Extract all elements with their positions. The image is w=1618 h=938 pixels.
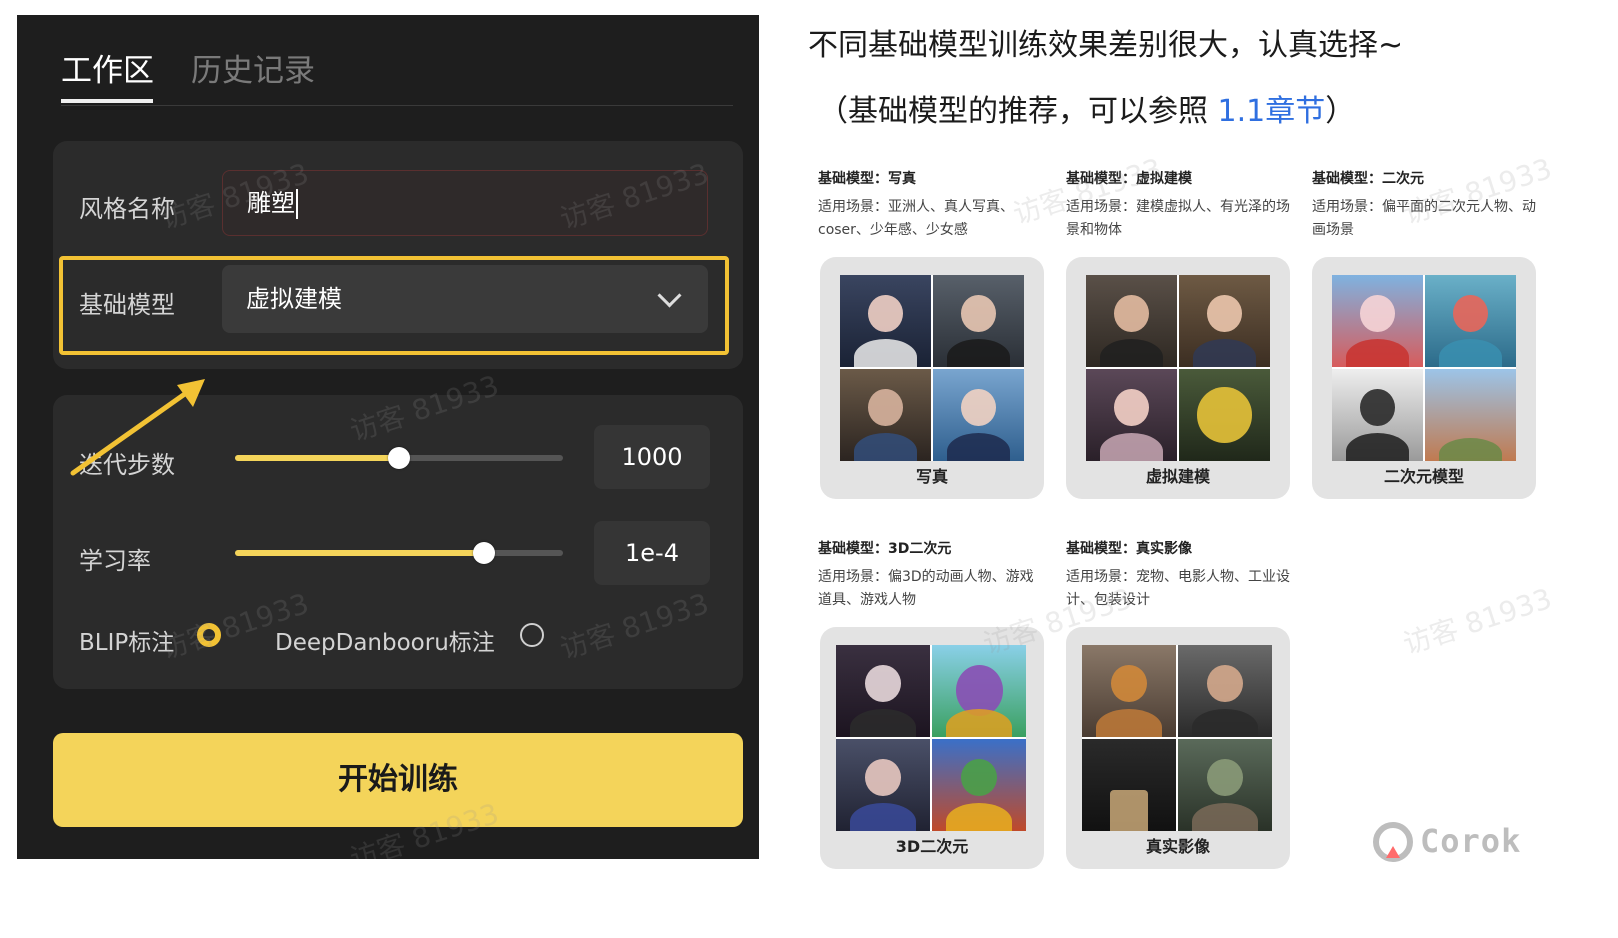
sample-image <box>1178 739 1272 831</box>
sample-image <box>933 369 1024 461</box>
yellow-arrow-annotation <box>70 379 205 476</box>
model-desc-anime: 适用场景：偏平面的二次元人物、动画场景 <box>1312 199 1536 238</box>
model-card-photo[interactable]: 写真 <box>820 257 1044 499</box>
model-desc-virtual: 适用场景：建模虚拟人、有光泽的场景和物体 <box>1066 199 1290 238</box>
sample-image <box>836 645 930 737</box>
sample-grid <box>1086 275 1270 461</box>
sample-image <box>1425 275 1516 367</box>
model-card-3d-anime[interactable]: 3D二次元 <box>820 627 1044 869</box>
model-label-photo: 写真 <box>915 467 948 486</box>
model-desc-3d-anime: 适用场景：偏3D的动画人物、游戏道具、游戏人物 <box>818 569 1034 608</box>
model-label-anime: 二次元模型 <box>1383 467 1464 486</box>
corok-logo: Corok <box>1372 818 1532 868</box>
sample-grid <box>836 645 1026 831</box>
sample-image <box>1179 369 1270 461</box>
sample-image <box>932 739 1026 831</box>
sample-image <box>836 739 930 831</box>
model-label-3d-anime: 3D二次元 <box>895 837 969 856</box>
model-desc-photo: 适用场景：亚洲人、真人写真、coser、少年感、少女感 <box>818 199 1014 238</box>
note-suffix: ） <box>1325 94 1356 129</box>
sample-grid <box>1082 645 1272 831</box>
sample-grid <box>840 275 1024 461</box>
headline: 不同基础模型训练效果差别很大，认真选择~ <box>808 28 1404 63</box>
model-label-virtual: 虚拟建模 <box>1145 467 1210 486</box>
model-title-3d-anime: 基础模型：3D二次元 <box>818 541 952 557</box>
sample-grid <box>1332 275 1516 461</box>
model-card-virtual[interactable]: 虚拟建模 <box>1066 257 1290 499</box>
recommendation-note: （基础模型的推荐，可以参照 1.1章节） <box>818 86 1355 130</box>
sample-image <box>1086 275 1177 367</box>
model-desc-realistic: 适用场景：宠物、电影人物、工业设计、包装设计 <box>1066 569 1290 608</box>
sample-image <box>840 275 931 367</box>
model-title-realistic: 基础模型：真实影像 <box>1066 541 1192 557</box>
sample-image <box>1179 275 1270 367</box>
watermark: 访客 81933 <box>1399 581 1556 661</box>
sample-image <box>1082 645 1176 737</box>
sample-image <box>1086 369 1177 461</box>
model-title-photo: 基础模型：写真 <box>818 171 916 187</box>
training-panel: 工作区 历史记录 风格名称 雕塑 基础模型 虚拟建模 迭代步数 1000 学习率… <box>17 15 759 859</box>
model-title-virtual: 基础模型：虚拟建模 <box>1066 171 1192 187</box>
logo-text: Corok <box>1420 822 1522 860</box>
sample-image <box>1425 369 1516 461</box>
sample-image <box>840 369 931 461</box>
sample-image <box>932 645 1026 737</box>
sample-image <box>1178 645 1272 737</box>
model-label-realistic: 真实影像 <box>1145 837 1210 856</box>
note-prefix: （基础模型的推荐，可以参照 <box>818 94 1218 129</box>
sample-image <box>1332 369 1423 461</box>
chapter-link[interactable]: 1.1章节 <box>1218 94 1326 129</box>
model-card-realistic[interactable]: 真实影像 <box>1066 627 1290 869</box>
model-card-anime[interactable]: 二次元模型 <box>1312 257 1536 499</box>
model-title-anime: 基础模型：二次元 <box>1312 171 1424 187</box>
sample-image <box>1332 275 1423 367</box>
sample-image <box>1082 739 1176 831</box>
logo-mark-icon <box>1373 822 1413 862</box>
sample-image <box>933 275 1024 367</box>
